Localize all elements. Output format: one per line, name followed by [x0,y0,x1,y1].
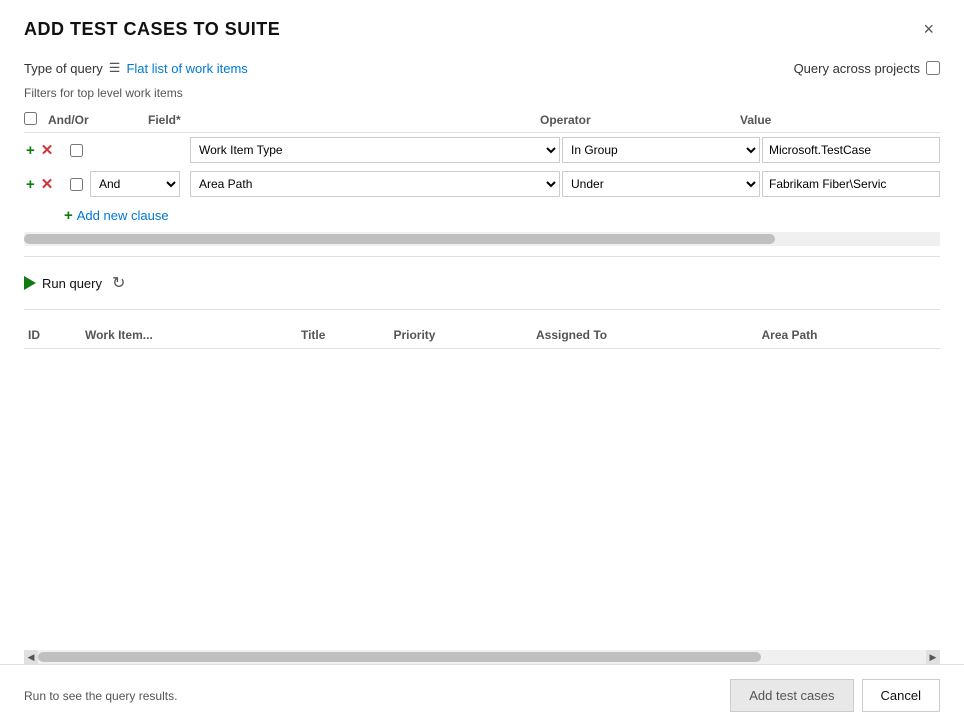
delete-row-2-button[interactable]: ✕ [39,177,56,192]
header-checkbox[interactable] [24,112,37,125]
row-2-checkbox[interactable] [70,178,83,191]
field-select-1[interactable]: Work Item Type Area Path Title State Pri… [190,137,560,163]
divider-1 [24,256,940,257]
add-row-2-button[interactable]: + [24,177,37,192]
results-header-row: ID Work Item... Title Priority Assigned … [24,322,940,349]
col-header-andor: And/Or [48,113,148,127]
col-areapath: Area Path [757,322,940,349]
filter-row-2-checkbox [64,178,88,191]
play-icon [24,276,36,290]
col-priority: Priority [389,322,532,349]
dialog-header: ADD TEST CASES TO SUITE × [0,0,964,50]
dialog-footer: Run to see the query results. Add test c… [0,664,964,726]
filter-row-2-operator: Under = != Under (including children) [560,171,760,197]
cancel-button[interactable]: Cancel [862,679,940,712]
add-row-1-button[interactable]: + [24,143,37,158]
col-title: Title [297,322,389,349]
filters-label: Filters for top level work items [24,86,940,100]
filter-row-2: + ✕ And Or Work Item Type Area Path [24,167,940,201]
col-header-operator: Operator [540,113,740,127]
results-area: ID Work Item... Title Priority Assigned … [24,320,940,644]
run-query-label: Run query [42,276,102,291]
value-input-1[interactable] [762,137,940,163]
bottom-scrollbar[interactable]: ◀ ▶ [24,650,940,664]
operator-select-2[interactable]: Under = != Under (including children) [562,171,760,197]
filter-row-2-field: Work Item Type Area Path Title State Pri… [188,171,560,197]
add-clause-row[interactable]: + Add new clause [24,201,940,224]
filter-rows: + ✕ Work Item Type Area Path Title State… [24,133,940,201]
query-across-label: Query across projects [794,61,920,76]
filter-row-2-andor: And Or [88,171,188,197]
results-table: ID Work Item... Title Priority Assigned … [24,322,940,349]
row-1-checkbox[interactable] [70,144,83,157]
close-button[interactable]: × [917,18,940,40]
filter-row-1-checkbox [64,144,88,157]
query-type-row: Type of query ☰ Flat list of work items … [24,60,940,76]
col-header-value: Value [740,113,940,127]
filter-row-1-operator: In Group = != In Not In [560,137,760,163]
field-select-2[interactable]: Work Item Type Area Path Title State Pri… [190,171,560,197]
run-query-button[interactable]: Run query [24,276,102,291]
col-workitem: Work Item... [81,322,297,349]
add-clause-label: Add new clause [77,208,169,223]
col-header-field: Field* [148,113,540,127]
run-query-row: Run query ↻ [24,267,940,299]
delete-row-1-button[interactable]: ✕ [39,143,56,158]
refresh-button[interactable]: ↻ [112,273,125,293]
col-id: ID [24,322,81,349]
add-clause-icon: + [64,207,73,224]
query-type-left: Type of query ☰ Flat list of work items [24,60,248,76]
filter-row-1-field: Work Item Type Area Path Title State Pri… [188,137,560,163]
divider-2 [24,309,940,310]
scroll-left-button[interactable]: ◀ [24,650,38,664]
dialog-title: ADD TEST CASES TO SUITE [24,19,280,40]
filter-row-2-actions: + ✕ [24,177,64,192]
list-icon: ☰ [109,60,121,76]
andor-select-2[interactable]: And Or [90,171,180,197]
footer-buttons: Add test cases Cancel [730,679,940,712]
add-test-cases-button[interactable]: Add test cases [730,679,853,712]
filter-row-2-value [760,171,940,197]
query-type-label: Type of query [24,61,103,76]
footer-status: Run to see the query results. [24,689,177,703]
filter-row-1-actions: + ✕ [24,143,64,158]
operator-select-1[interactable]: In Group = != In Not In [562,137,760,163]
value-input-2[interactable] [762,171,940,197]
scroll-right-button[interactable]: ▶ [926,650,940,664]
filter-row-1: + ✕ Work Item Type Area Path Title State… [24,133,940,167]
filter-row-1-value [760,137,940,163]
dialog-container: ADD TEST CASES TO SUITE × Type of query … [0,0,964,726]
dialog-body: Type of query ☰ Flat list of work items … [0,50,964,664]
table-header: And/Or Field* Operator Value [24,108,940,133]
col-header-checkbox [24,112,48,128]
query-across-right: Query across projects [794,61,940,76]
top-scrollbar[interactable] [24,232,940,246]
col-assignedto: Assigned To [532,322,757,349]
top-scrollbar-thumb [24,234,775,244]
query-across-checkbox[interactable] [926,61,940,75]
query-type-value[interactable]: Flat list of work items [126,61,247,76]
bottom-scrollbar-thumb [38,652,761,662]
